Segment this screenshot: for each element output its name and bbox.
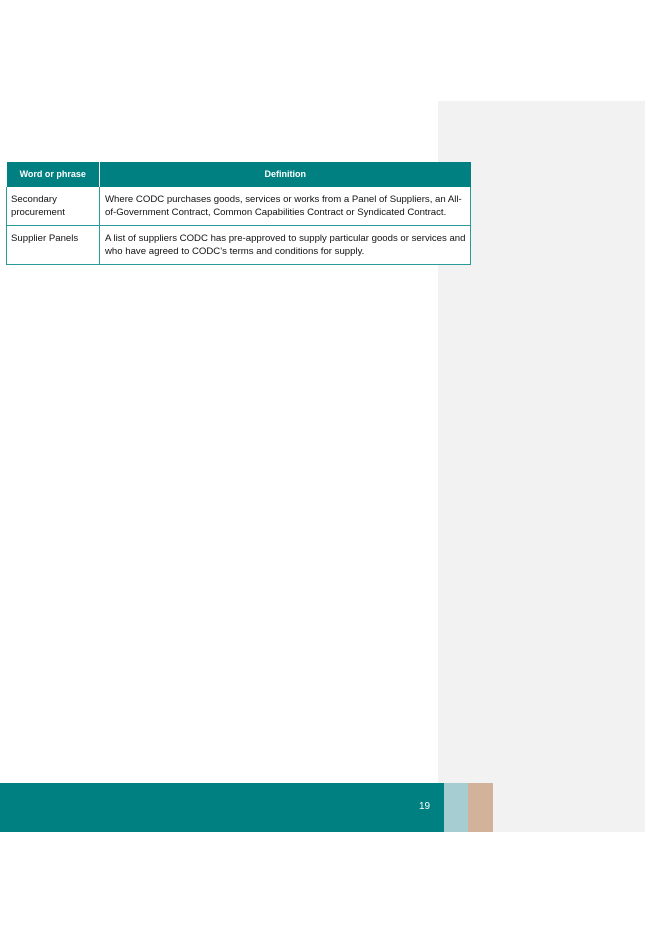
footer-swatch-blue (444, 783, 468, 832)
table-row: Secondary procurement Where CODC purchas… (6, 187, 471, 226)
definition-cell: A list of suppliers CODC has pre-approve… (99, 225, 471, 265)
definitions-table: Word or phrase Definition Secondary proc… (6, 162, 471, 265)
footer-swatch-tan (468, 783, 493, 832)
table-row: Supplier Panels A list of suppliers CODC… (6, 225, 471, 265)
column-header-definition: Definition (99, 162, 471, 187)
term-cell: Secondary procurement (6, 187, 100, 226)
footer-band (0, 783, 444, 832)
column-header-word: Word or phrase (6, 162, 100, 187)
definition-cell: Where CODC purchases goods, services or … (99, 187, 471, 226)
term-cell: Supplier Panels (6, 225, 100, 265)
table-header-row: Word or phrase Definition (6, 162, 471, 187)
page-number: 19 (419, 801, 431, 812)
